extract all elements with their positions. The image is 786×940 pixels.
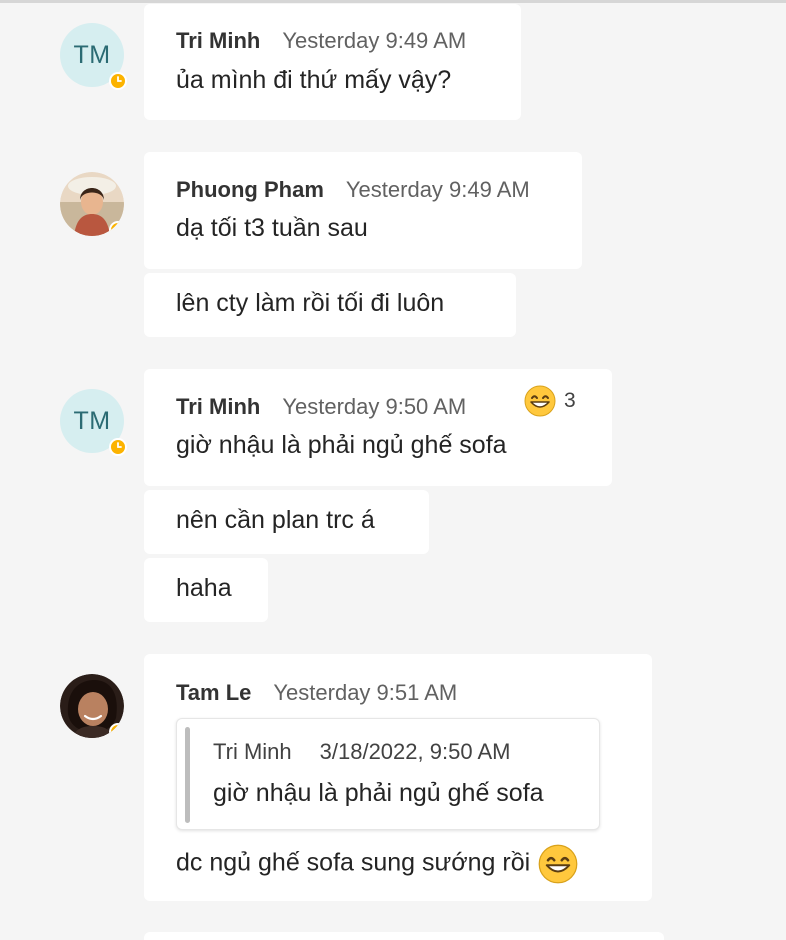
- message-author[interactable]: Tri Minh: [176, 394, 260, 419]
- quote-author: Tri Minh: [213, 739, 292, 764]
- message-text: haha: [176, 574, 232, 602]
- message-header: Tri Minh Yesterday 9:49 AM: [176, 28, 466, 54]
- message-bubble[interactable]: [144, 932, 664, 940]
- reaction-count: 3: [564, 389, 576, 412]
- message-text: ủa mình đi thứ mấy vậy?: [176, 66, 452, 94]
- message-text: dạ tối t3 tuần sau: [176, 214, 368, 242]
- message-bubble[interactable]: Phuong Pham Yesterday 9:49 AM dạ tối t3 t…: [144, 152, 582, 269]
- away-status-icon: [109, 221, 124, 236]
- message-timestamp: Yesterday 9:49 AM: [345, 177, 530, 202]
- message-header: Phuong Pham Yesterday 9:49 AM: [176, 177, 530, 203]
- avatar[interactable]: TM: [60, 389, 127, 456]
- avatar[interactable]: [60, 172, 124, 236]
- message-text: lên cty làm rồi tối đi luôn: [176, 289, 445, 317]
- message-author[interactable]: Tri Minh: [176, 28, 260, 53]
- message-bubble[interactable]: nên cần plan trc á: [144, 490, 429, 554]
- quote-accent-bar: [185, 727, 190, 823]
- message-text-row: dc ngủ ghế sofa sung sướng rồi: [176, 844, 578, 884]
- message-timestamp: Yesterday 9:51 AM: [273, 680, 458, 705]
- away-status-icon: [109, 438, 127, 456]
- message-author[interactable]: Tam Le: [176, 680, 251, 705]
- avatar-initials: TM: [73, 406, 111, 435]
- message-bubble[interactable]: Tri Minh Yesterday 9:49 AM ủa mình đi thứ…: [144, 4, 521, 120]
- quote-header: Tri Minh 3/18/2022, 9:50 AM: [213, 739, 510, 765]
- grinning-face-emoji-icon: [524, 385, 556, 417]
- message-bubble[interactable]: haha: [144, 558, 268, 622]
- message-header: Tam Le Yesterday 9:51 AM: [176, 680, 457, 706]
- avatar[interactable]: [60, 674, 124, 738]
- message-author[interactable]: Phuong Pham: [176, 177, 324, 202]
- message-bubble[interactable]: Tam Le Yesterday 9:51 AM Tri Minh 3/18/202…: [144, 654, 652, 901]
- message-timestamp: Yesterday 9:49 AM: [282, 28, 467, 53]
- quoted-reply[interactable]: Tri Minh 3/18/2022, 9:50 AM giờ nhậu là p…: [176, 718, 600, 830]
- avatar-initials: TM: [73, 40, 111, 69]
- message-text: giờ nhậu là phải ngủ ghế sofa: [176, 431, 507, 459]
- message-bubble[interactable]: lên cty làm rồi tối đi luôn: [144, 273, 516, 337]
- message-header: Tri Minh Yesterday 9:50 AM: [176, 394, 466, 420]
- grinning-face-emoji-icon: [538, 844, 578, 884]
- quote-text: giờ nhậu là phải ngủ ghế sofa: [213, 779, 544, 807]
- message-bubble[interactable]: Tri Minh Yesterday 9:50 AM 3 giờ nhậu là …: [144, 369, 612, 486]
- away-status-icon: [109, 723, 124, 738]
- quote-timestamp: 3/18/2022, 9:50 AM: [319, 739, 511, 764]
- message-timestamp: Yesterday 9:50 AM: [282, 394, 467, 419]
- message-text: dc ngủ ghế sofa sung sướng rồi: [176, 848, 531, 877]
- top-divider: [0, 0, 786, 3]
- message-text: nên cần plan trc á: [176, 506, 375, 534]
- avatar[interactable]: TM: [60, 23, 127, 90]
- away-status-icon: [109, 72, 127, 90]
- reaction-summary[interactable]: 3: [524, 385, 576, 417]
